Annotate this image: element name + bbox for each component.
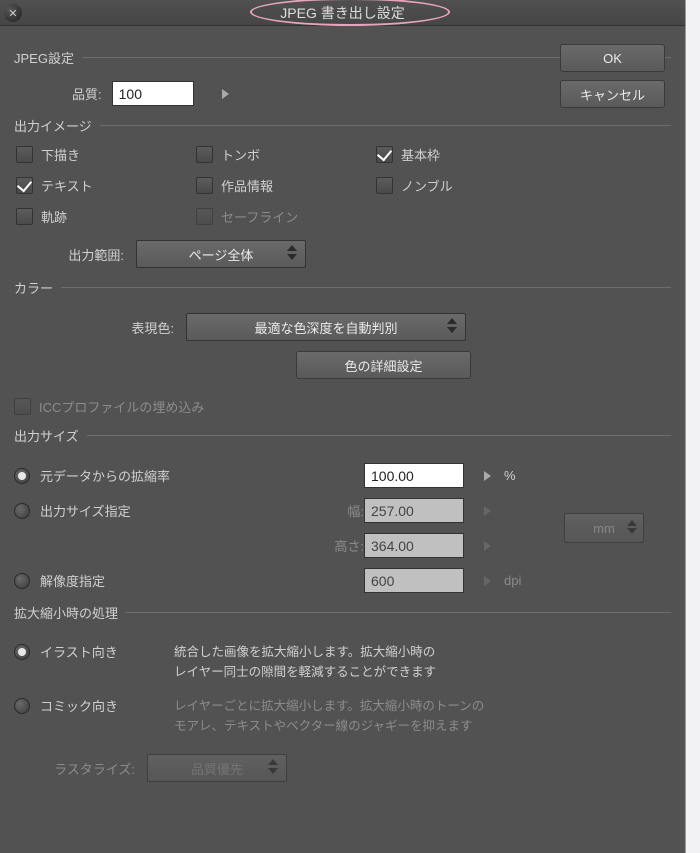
width-label: 幅: (314, 501, 364, 520)
rasterize-select: 品質優先 (147, 754, 287, 782)
output-size-legend: 出力サイズ (14, 426, 87, 445)
jpeg-settings-legend: JPEG設定 (14, 48, 82, 67)
output-image-legend: 出力イメージ (14, 116, 100, 135)
output-image-group: 出力イメージ 下描き トンボ 基本枠 テキスト 作品情報 ノンブル 軌跡 セーフ… (14, 116, 671, 268)
cancel-button[interactable]: キャンセル (560, 80, 665, 108)
nombre-checkbox[interactable] (376, 177, 393, 194)
height-slider-icon (484, 541, 491, 551)
unit-select[interactable]: mm (564, 513, 644, 543)
ok-button[interactable]: OK (560, 44, 665, 72)
scale-legend: 拡大縮小時の処理 (14, 603, 126, 622)
color-mode-select[interactable]: 最適な色深度を自動判別 (186, 313, 466, 341)
quality-label: 品質: (72, 84, 102, 103)
rasterize-label: ラスタライズ: (54, 759, 135, 778)
close-icon[interactable]: ✕ (4, 4, 22, 22)
quality-input[interactable] (112, 81, 194, 106)
work-info-checkbox[interactable] (196, 177, 213, 194)
icc-checkbox (14, 398, 31, 415)
ratio-radio[interactable] (14, 468, 30, 484)
dim-radio[interactable] (14, 503, 30, 519)
output-range-select[interactable]: ページ全体 (136, 240, 306, 268)
ratio-slider-icon[interactable] (484, 471, 491, 481)
background-canvas-strip (685, 0, 700, 853)
color-legend: カラー (14, 278, 61, 297)
resolution-input[interactable] (364, 568, 464, 593)
width-input[interactable] (364, 498, 464, 523)
text-checkbox[interactable] (16, 177, 33, 194)
ratio-input[interactable] (364, 463, 464, 488)
resolution-slider-icon (484, 576, 491, 586)
safeline-checkbox (196, 208, 213, 225)
width-slider-icon (484, 506, 491, 516)
height-label: 高さ: (314, 536, 364, 555)
basic-frame-checkbox[interactable] (376, 146, 393, 163)
illust-radio[interactable] (14, 644, 30, 660)
illust-desc: 統合した画像を拡大縮小します。拡大縮小時の レイヤー同士の隙間を軽減することがで… (174, 642, 436, 682)
dialog-title: JPEG 書き出し設定 (280, 3, 404, 23)
scale-processing-group: 拡大縮小時の処理 イラスト向き 統合した画像を拡大縮小します。拡大縮小時の レイ… (14, 603, 671, 782)
height-input[interactable] (364, 533, 464, 558)
jpeg-export-dialog: ✕ JPEG 書き出し設定 OK キャンセル JPEG設定 品質: 出力イメージ… (0, 0, 685, 853)
color-detail-button[interactable]: 色の詳細設定 (296, 351, 471, 379)
quality-slider-icon[interactable] (222, 89, 229, 99)
comic-radio[interactable] (14, 698, 30, 714)
crop-checkbox[interactable] (196, 146, 213, 163)
color-group: カラー 表現色: 最適な色深度を自動判別 色の詳細設定 ICCプロファイルの埋め… (14, 278, 671, 416)
dialog-header: ✕ JPEG 書き出し設定 (0, 0, 685, 26)
resolution-radio[interactable] (14, 573, 30, 589)
color-mode-label: 表現色: (114, 318, 174, 337)
output-range-label: 出力範囲: (44, 245, 124, 264)
tracks-checkbox[interactable] (16, 208, 33, 225)
draft-checkbox[interactable] (16, 146, 33, 163)
output-size-group: 出力サイズ 元データからの拡縮率 % 出力サイズ指定 幅: mm 高さ: (14, 426, 671, 593)
comic-desc: レイヤーごとに拡大縮小します。拡大縮小時のトーンの モアレ、テキストやベクター線… (174, 696, 484, 736)
